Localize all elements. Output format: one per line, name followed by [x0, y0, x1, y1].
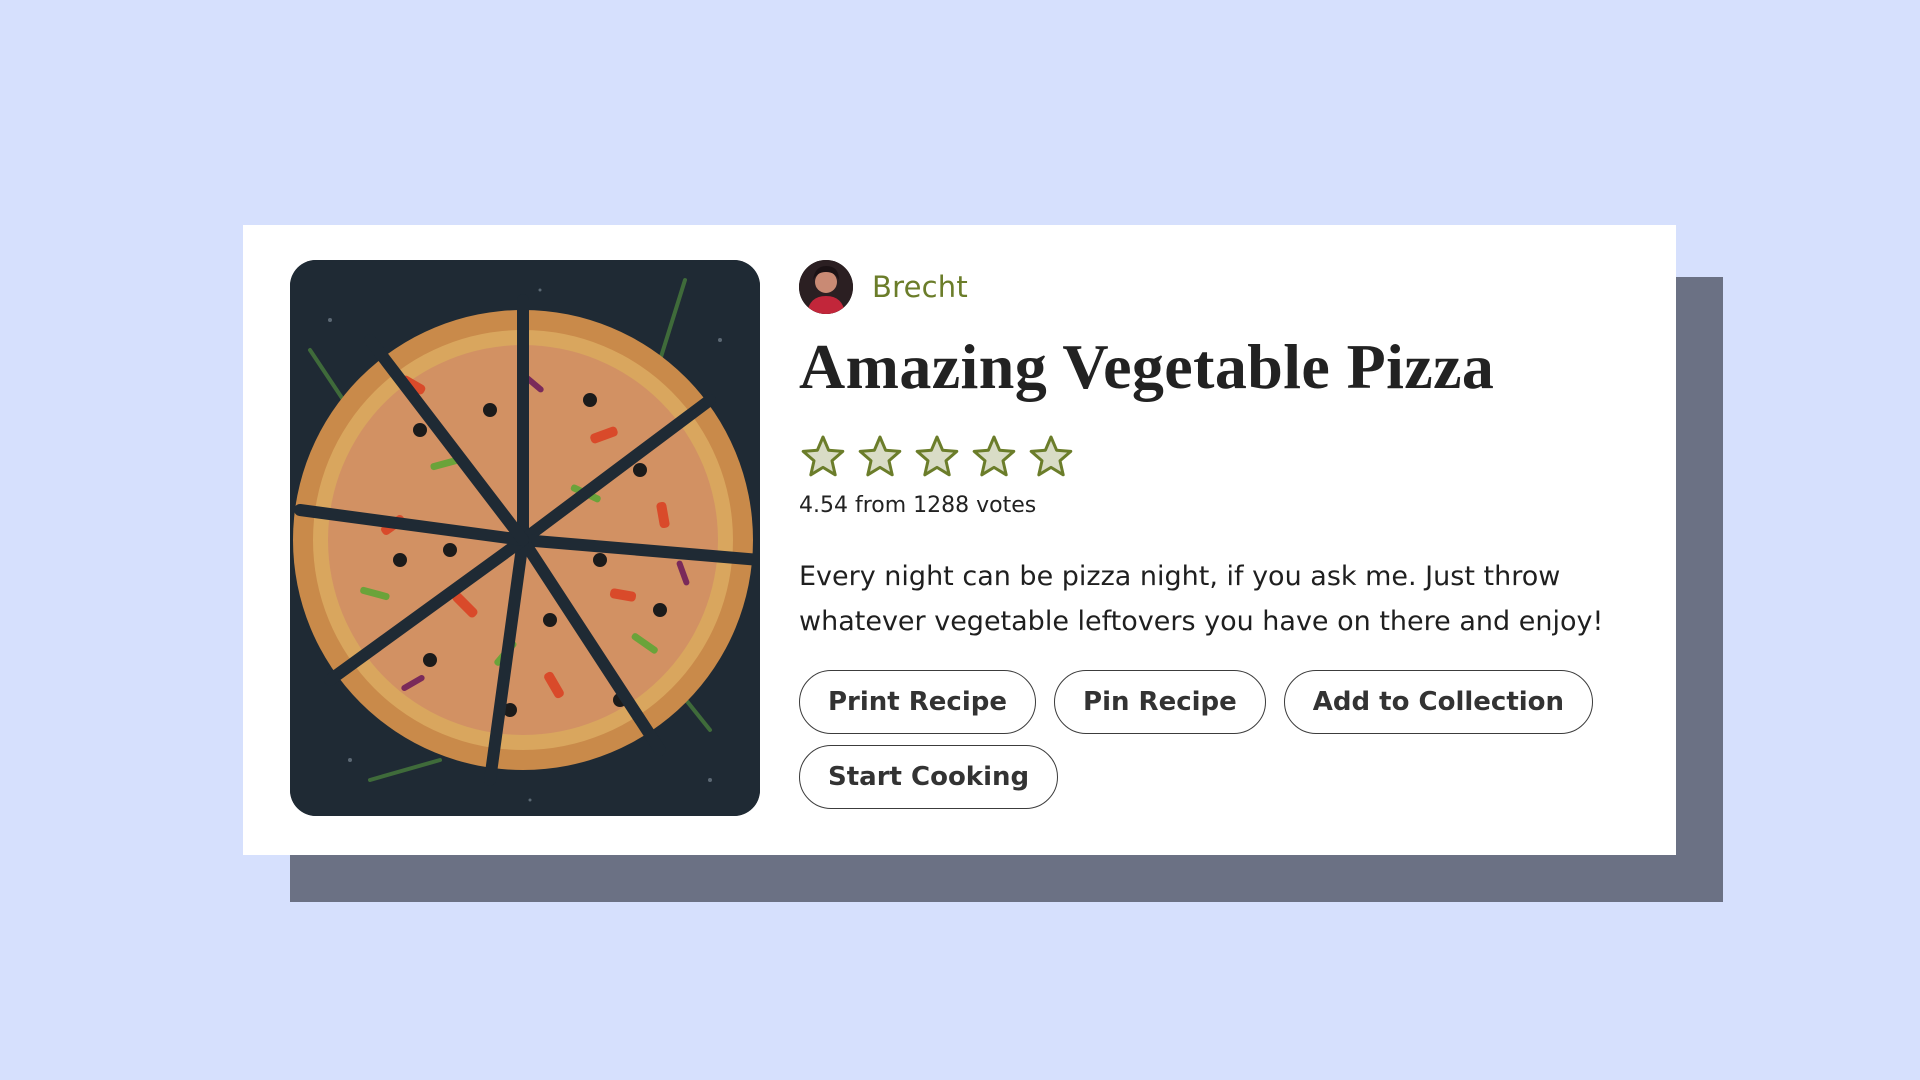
recipe-photo [290, 260, 760, 816]
recipe-description: Every night can be pizza night, if you a… [799, 561, 1604, 637]
recipe-actions: Print Recipe Pin Recipe Add to Collectio… [799, 670, 1599, 809]
recipe-card: Brecht Amazing Vegetable Pizza 4.54 from… [243, 225, 1676, 855]
star-icon[interactable] [970, 433, 1018, 481]
author-avatar[interactable] [799, 260, 853, 314]
recipe-details: Brecht Amazing Vegetable Pizza 4.54 from… [799, 259, 1649, 809]
recipe-title: Amazing Vegetable Pizza [799, 331, 1495, 402]
star-rating[interactable] [799, 433, 1649, 481]
pin-recipe-button[interactable]: Pin Recipe [1054, 670, 1266, 734]
star-icon[interactable] [856, 433, 904, 481]
print-recipe-button[interactable]: Print Recipe [799, 670, 1037, 734]
star-icon[interactable] [1027, 433, 1075, 481]
rating-summary: 4.54 from 1288 votes [799, 493, 1037, 518]
star-icon[interactable] [799, 433, 847, 481]
add-to-collection-button[interactable]: Add to Collection [1283, 670, 1594, 734]
author-row: Brecht [799, 259, 1649, 315]
star-icon[interactable] [913, 433, 961, 481]
avatar-icon [799, 260, 853, 314]
start-cooking-button[interactable]: Start Cooking [799, 745, 1059, 809]
pizza-image [290, 260, 760, 816]
author-name[interactable]: Brecht [872, 270, 968, 304]
page-background: Brecht Amazing Vegetable Pizza 4.54 from… [0, 0, 1920, 1080]
